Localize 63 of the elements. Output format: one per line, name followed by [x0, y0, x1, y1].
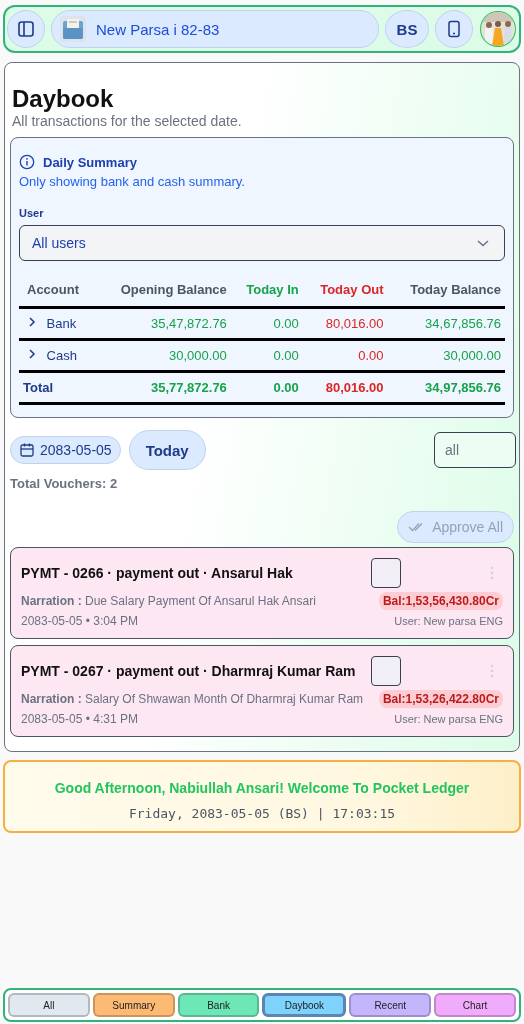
table-cell: 0.00: [230, 339, 303, 372]
page-title: Daybook: [12, 85, 115, 113]
table-cell: Total: [19, 371, 96, 404]
column-header: Today In: [230, 275, 303, 308]
column-header: Opening Balance: [95, 275, 231, 308]
info-icon: [19, 154, 35, 170]
voucher-time: 2083-05-05 • 3:04 PM: [21, 614, 138, 628]
table-cell: 0.00: [230, 371, 303, 404]
table-cell: 80,016.00: [302, 307, 388, 340]
company-selector[interactable]: New Parsa i 82-83: [51, 10, 379, 48]
balance-badge: Bal:1,53,26,422.80Cr: [378, 690, 503, 708]
voucher-user: User: New parsa ENG: [394, 713, 503, 725]
nav-tab[interactable]: Bank: [177, 993, 260, 1017]
table-cell: 34,97,856.76: [387, 371, 505, 404]
table-cell: 30,000.00: [95, 339, 231, 372]
voucher-time: 2083-05-05 • 4:31 PM: [21, 712, 138, 726]
voucher-user: User: New parsa ENG: [394, 615, 503, 627]
nav-tab[interactable]: Chart: [434, 993, 516, 1017]
sidebar-icon: [17, 20, 35, 38]
sidebar-toggle-button[interactable]: [7, 10, 45, 48]
column-header: Today Balance: [387, 275, 505, 308]
calendar-icon: [19, 442, 35, 458]
voucher-title: PYMT - 0267 · payment out · Dharmraj Kumar Ram: [21, 663, 357, 679]
nav-tab[interactable]: Daybook: [262, 993, 347, 1017]
today-button[interactable]: Today: [128, 430, 206, 470]
table-cell: 0.00: [302, 339, 388, 372]
date-picker-button[interactable]: 2083-05-05: [10, 436, 121, 464]
user-select[interactable]: All users: [19, 225, 505, 261]
table-cell: 0.00: [230, 307, 303, 340]
table-cell: 35,47,872.76: [95, 307, 231, 340]
date-time-text: Friday, 2083-05-05 (BS) | 17:03:15: [127, 806, 397, 821]
summary-title: Daily Summary: [43, 154, 137, 170]
voucher-title: PYMT - 0266 · payment out · Ansarul Hak: [21, 565, 294, 581]
account-toggle[interactable]: Cash: [19, 339, 96, 372]
total-vouchers: Total Vouchers: 2: [10, 476, 119, 491]
summary-note: Only showing bank and cash summary.: [19, 174, 246, 189]
narration-text: Narration : Due Salary Payment Of Ansarul Hak Ansari: [21, 594, 316, 608]
chevron-right-icon: [27, 316, 37, 328]
table-cell: 35,77,872.76: [95, 371, 231, 404]
checkbox[interactable]: [371, 558, 401, 588]
chevron-down-icon: [476, 238, 490, 248]
account-toggle[interactable]: Bank: [19, 307, 96, 340]
filter-select[interactable]: all: [434, 432, 516, 468]
voucher-card[interactable]: PYMT - 0266 · payment out · Ansarul Hak Narration : Due Salary Payment Of Ansarul Hak Ansari Bal:1,53,56,430.80Cr 2083-05-05 • 3:04 PM User: New parsa ENG: [10, 547, 514, 639]
nav-tab[interactable]: All: [8, 993, 90, 1017]
table-cell: 34,67,856.76: [387, 307, 505, 340]
table-cell: 30,000.00: [387, 339, 505, 372]
field-label: User: [19, 207, 45, 219]
device-button[interactable]: [435, 10, 473, 48]
checkbox[interactable]: [371, 656, 401, 686]
greeting-message: Good Afternoon, Nabiullah Ansari! Welcome To Pocket Ledger: [53, 780, 471, 796]
page-subtitle: All transactions for the selected date.: [12, 113, 243, 129]
chevron-right-icon: [27, 348, 37, 360]
nav-tab[interactable]: Summary: [92, 993, 175, 1017]
table-cell: 80,016.00: [302, 371, 388, 404]
narration-text: Narration : Salary Of Shwawan Month Of Dharmraj Kumar Ram: [21, 692, 364, 706]
balance-badge: Bal:1,53,56,430.80Cr: [378, 592, 503, 610]
nav-tab[interactable]: Recent: [349, 993, 432, 1017]
calendar-button[interactable]: BS: [385, 10, 429, 48]
phone-icon: [446, 20, 462, 38]
column-header: Today Out: [302, 275, 388, 308]
voucher-card[interactable]: PYMT - 0267 · payment out · Dharmraj Kumar Ram Narration : Salary Of Shwawan Month Of Dharmraj Kumar Ram Bal:1,53,26,422.80Cr 2083-05-05 • 4:31 PM User: New parsa ENG: [10, 645, 514, 737]
column-header: Account: [19, 275, 96, 308]
